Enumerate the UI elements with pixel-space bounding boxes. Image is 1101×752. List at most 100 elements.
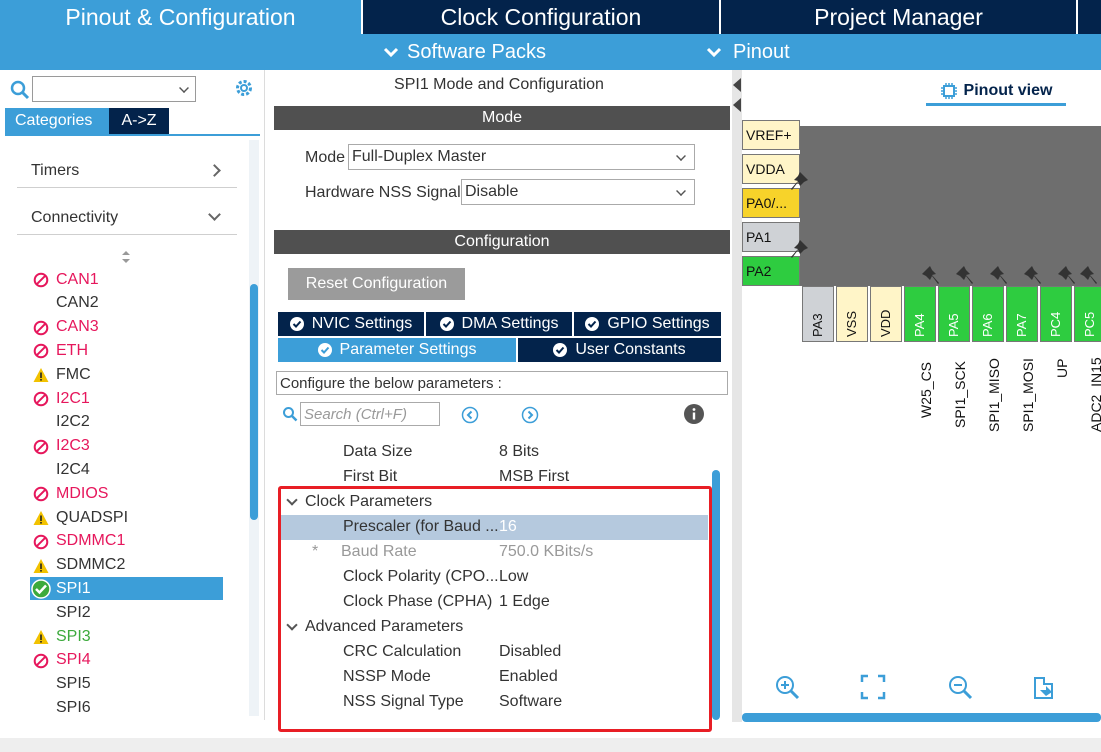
fit-to-screen-icon[interactable] xyxy=(860,674,886,700)
peripheral-item-mdios[interactable]: MDIOS xyxy=(30,482,223,505)
param-row-crc[interactable]: CRC Calculation Disabled xyxy=(278,640,708,665)
pin-pa7[interactable]: PA7 xyxy=(1006,286,1038,342)
peripheral-item-spi2[interactable]: SPI2 xyxy=(30,601,223,624)
tab-pinout-configuration[interactable]: Pinout & Configuration xyxy=(0,0,363,34)
parameter-search-input[interactable]: Search (Ctrl+F) xyxy=(300,402,440,426)
pushpin-icon xyxy=(791,240,808,258)
param-row-prescaler[interactable]: Prescaler (for Baud ... 16 xyxy=(278,515,708,540)
pin-pc5[interactable]: PC5 xyxy=(1074,286,1101,342)
peripheral-label: ETH xyxy=(56,341,88,359)
mode-header: Mode xyxy=(274,106,730,130)
peripheral-label: SPI2 xyxy=(56,603,91,621)
peripheral-item-sdmmc2[interactable]: SDMMC2 xyxy=(30,554,223,577)
group-connectivity[interactable]: Connectivity xyxy=(17,201,237,235)
configuration-header: Configuration xyxy=(274,230,730,254)
parameter-scrollbar-thumb[interactable] xyxy=(712,470,720,720)
hardware-nss-select[interactable]: Disable xyxy=(461,179,695,205)
category-search-combo[interactable] xyxy=(32,76,196,102)
tab-a-z[interactable]: A->Z xyxy=(109,108,169,134)
peripheral-item-can2[interactable]: CAN2 xyxy=(30,292,223,315)
software-packs-menu[interactable]: Software Packs xyxy=(383,34,546,70)
param-row-nss-signal-type[interactable]: NSS Signal Type Software xyxy=(278,690,708,715)
param-group-advanced[interactable]: Advanced Parameters xyxy=(278,615,708,640)
tab-parameter-settings[interactable]: Parameter Settings xyxy=(278,338,518,362)
gear-icon[interactable] xyxy=(234,78,254,98)
param-row-data-size[interactable]: Data Size 8 Bits xyxy=(278,440,708,465)
pin-pa4[interactable]: PA4 xyxy=(904,286,936,342)
panel-splitter[interactable] xyxy=(732,70,742,722)
peripheral-item-eth[interactable]: ETH xyxy=(30,339,223,362)
zoom-in-icon[interactable] xyxy=(774,674,800,700)
peripheral-item-i2c4[interactable]: I2C4 xyxy=(30,458,223,481)
rotate-view-icon[interactable] xyxy=(1032,674,1058,700)
chevron-down-icon xyxy=(676,186,686,196)
pinout-horizontal-scrollbar[interactable] xyxy=(742,713,1101,722)
param-name: NSSP Mode xyxy=(343,668,431,685)
tab-user-constants[interactable]: User Constants xyxy=(518,338,723,362)
prohibited-icon xyxy=(33,439,49,454)
collapse-left-icon[interactable] xyxy=(733,78,741,92)
param-value: Software xyxy=(499,693,563,710)
pinout-view-panel: Pinout view VREF+ VDDA PA0/... PA1 PA2 P… xyxy=(742,70,1101,722)
pushpin-icon xyxy=(990,266,1007,284)
mcu-package-body[interactable] xyxy=(800,126,1101,286)
pin-label: VDD xyxy=(878,309,893,337)
param-row-clock-polarity[interactable]: Clock Polarity (CPO... Low xyxy=(278,565,708,590)
peripheral-item-i2c2[interactable]: I2C2 xyxy=(30,411,223,434)
pin-vdd[interactable]: VDD xyxy=(870,286,902,342)
group-label: Connectivity xyxy=(31,208,119,226)
pin-vref-plus[interactable]: VREF+ xyxy=(742,120,800,150)
signal-label-pa5: SPI1_SCK xyxy=(952,361,968,428)
reset-configuration-button[interactable]: Reset Configuration xyxy=(288,268,465,300)
tab-pinout-view[interactable]: Pinout view xyxy=(926,78,1066,106)
param-row-first-bit[interactable]: First Bit MSB First xyxy=(278,465,708,490)
pin-pc4[interactable]: PC4 xyxy=(1040,286,1072,342)
peripheral-label: I2C1 xyxy=(56,389,90,407)
group-timers[interactable]: Timers xyxy=(17,154,237,188)
param-group-label: Clock Parameters xyxy=(305,493,433,510)
pin-pa0[interactable]: PA0/... xyxy=(742,188,800,218)
category-search xyxy=(10,76,260,102)
tab-project-manager[interactable]: Project Manager xyxy=(721,0,1078,34)
peripheral-item-spi6[interactable]: SPI6 xyxy=(30,696,223,719)
mode-select[interactable]: Full-Duplex Master xyxy=(348,144,695,170)
chevron-down-icon xyxy=(208,208,221,221)
tab-nvic-settings[interactable]: NVIC Settings xyxy=(278,312,426,336)
pin-pa3[interactable]: PA3 xyxy=(802,286,834,342)
pin-label: PA2 xyxy=(746,263,772,279)
tab-categories[interactable]: Categories xyxy=(5,108,109,134)
category-view-tabs: Categories A->Z xyxy=(5,108,169,134)
peripheral-item-spi3[interactable]: SPI3 xyxy=(30,625,223,648)
previous-match-icon[interactable] xyxy=(461,406,479,424)
param-row-nssp-mode[interactable]: NSSP Mode Enabled xyxy=(278,665,708,690)
peripheral-item-sdmmc1[interactable]: SDMMC1 xyxy=(30,530,223,553)
pin-pa5[interactable]: PA5 xyxy=(938,286,970,342)
tab-gpio-settings[interactable]: GPIO Settings xyxy=(574,312,723,336)
peripheral-item-spi1[interactable]: SPI1 xyxy=(30,577,223,601)
collapse-left-icon[interactable] xyxy=(733,98,741,112)
param-group-clock[interactable]: Clock Parameters xyxy=(278,490,708,515)
peripheral-item-fmc[interactable]: FMC xyxy=(30,363,223,386)
sort-icon[interactable] xyxy=(121,250,131,264)
param-row-baud-rate[interactable]: * Baud Rate 750.0 KBits/s xyxy=(278,540,708,565)
pinout-menu[interactable]: Pinout xyxy=(706,34,790,70)
tab-dma-settings[interactable]: DMA Settings xyxy=(426,312,574,336)
peripheral-item-spi4[interactable]: SPI4 xyxy=(30,649,223,672)
pin-pa2[interactable]: PA2 xyxy=(742,256,800,286)
peripheral-tree-panel: Categories A->Z Timers Connectivity CAN1… xyxy=(0,70,265,720)
peripheral-item-quadspi[interactable]: QUADSPI xyxy=(30,506,223,529)
peripheral-item-i2c3[interactable]: I2C3 xyxy=(30,435,223,458)
left-scrollbar-thumb[interactable] xyxy=(250,284,258,520)
param-row-clock-phase[interactable]: Clock Phase (CPHA) 1 Edge xyxy=(278,590,708,615)
info-icon[interactable] xyxy=(684,404,704,424)
tab-label: User Constants xyxy=(575,341,686,358)
peripheral-item-spi5[interactable]: SPI5 xyxy=(30,673,223,696)
next-match-icon[interactable] xyxy=(521,406,539,424)
zoom-out-icon[interactable] xyxy=(947,674,973,700)
peripheral-item-can1[interactable]: CAN1 xyxy=(30,268,223,291)
pin-pa6[interactable]: PA6 xyxy=(972,286,1004,342)
peripheral-item-can3[interactable]: CAN3 xyxy=(30,316,223,339)
peripheral-item-i2c1[interactable]: I2C1 xyxy=(30,387,223,410)
pin-vss[interactable]: VSS xyxy=(836,286,868,342)
tab-clock-configuration[interactable]: Clock Configuration xyxy=(363,0,721,34)
